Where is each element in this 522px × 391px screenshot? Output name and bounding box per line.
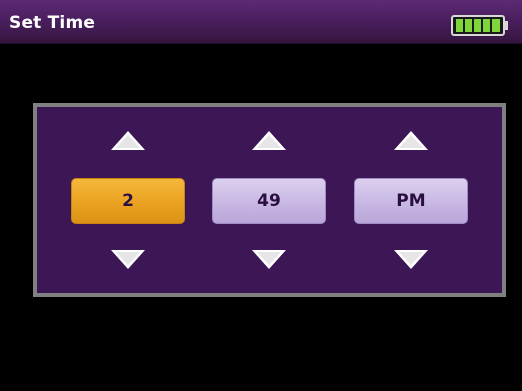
minute-value-field[interactable]: 49: [212, 178, 326, 224]
title-bar: Set Time: [0, 0, 522, 44]
ampm-value-field[interactable]: PM: [354, 178, 468, 224]
ampm-down-arrow-icon[interactable]: [392, 247, 430, 271]
hour-down-arrow-icon[interactable]: [109, 247, 147, 271]
hour-column: 2: [71, 107, 185, 293]
battery-full-icon: [451, 15, 508, 36]
time-picker-panel: 2 49 PM: [33, 103, 506, 297]
ampm-column: PM: [354, 107, 468, 293]
minute-column: 49: [212, 107, 326, 293]
page-title: Set Time: [9, 13, 96, 33]
hour-value-field[interactable]: 2: [71, 178, 185, 224]
minute-up-arrow-icon[interactable]: [250, 129, 288, 153]
hour-up-arrow-icon[interactable]: [109, 129, 147, 153]
ampm-up-arrow-icon[interactable]: [392, 129, 430, 153]
minute-down-arrow-icon[interactable]: [250, 247, 288, 271]
set-time-screen: Set Time 2 49 PM: [0, 0, 522, 391]
